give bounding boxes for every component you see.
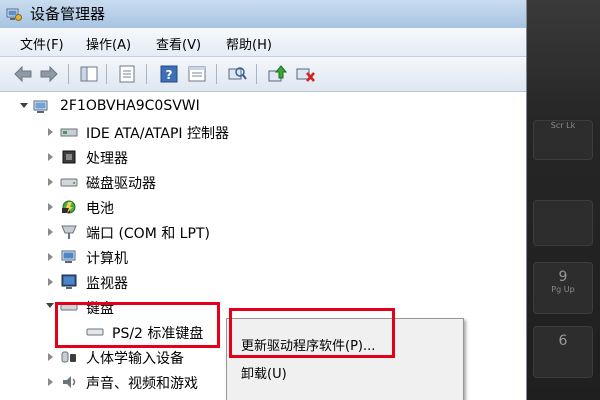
monitor-icon bbox=[61, 274, 77, 289]
collapse-arrow-icon[interactable] bbox=[46, 303, 54, 308]
menu-help[interactable]: 帮助(H) bbox=[226, 34, 272, 53]
tree-item-monitor[interactable]: 监视器 bbox=[0, 271, 300, 295]
tree-item-label: IDE ATA/ATAPI 控制器 bbox=[86, 126, 230, 142]
expand-arrow-icon[interactable] bbox=[48, 128, 53, 136]
expand-arrow-icon[interactable] bbox=[48, 353, 53, 361]
battery-icon bbox=[62, 200, 76, 214]
toolbar-separator bbox=[146, 64, 147, 84]
port-icon bbox=[61, 225, 77, 239]
tree-item-label: 处理器 bbox=[86, 151, 128, 167]
tree-item-processor[interactable]: 处理器 bbox=[0, 146, 300, 170]
sound-icon bbox=[63, 376, 76, 388]
back-arrow-icon[interactable] bbox=[12, 63, 34, 85]
disk-drive-icon bbox=[60, 178, 78, 187]
console-icon[interactable] bbox=[186, 63, 208, 85]
toolbar-separator bbox=[216, 64, 217, 84]
expand-arrow-icon[interactable] bbox=[48, 178, 53, 186]
hid-icon bbox=[61, 351, 76, 363]
tree-item-label: 人体学输入设备 bbox=[86, 351, 184, 367]
device-manager-icon bbox=[6, 8, 22, 21]
window-title: 设备管理器 bbox=[30, 5, 106, 23]
computer-root-icon bbox=[33, 100, 48, 113]
keyboard-photo-background: Scr Lk 9 Pg Up 6 bbox=[525, 0, 600, 400]
processor-icon bbox=[62, 150, 76, 164]
key-sublabel: Pg Up bbox=[551, 285, 575, 294]
key-label: 6 bbox=[558, 333, 568, 349]
toolbar-separator bbox=[256, 64, 257, 84]
forward-arrow-icon[interactable] bbox=[38, 63, 60, 85]
expand-arrow-icon[interactable] bbox=[48, 378, 53, 386]
menu-bar: 文件(F) 操作(A) 查看(V) 帮助(H) bbox=[0, 28, 526, 57]
tree-item-label: 电池 bbox=[86, 201, 114, 217]
menu-action[interactable]: 操作(A) bbox=[86, 34, 131, 53]
keyboard-key: 6 bbox=[533, 326, 593, 378]
highlight-box bbox=[229, 308, 395, 358]
key-label: 9 bbox=[558, 269, 568, 285]
keyboard-key: Scr Lk bbox=[533, 120, 593, 160]
uninstall-device-icon[interactable] bbox=[294, 63, 316, 85]
device-manager-window: 设备管理器 文件(F) 操作(A) 查看(V) 帮助(H) ? 2F1OBVHA… bbox=[0, 0, 527, 400]
key-label: Scr Lk bbox=[550, 121, 576, 130]
toolbar-separator bbox=[68, 64, 69, 84]
tree-item-sound[interactable]: 声音、视频和游戏 bbox=[0, 371, 220, 395]
tree-item-label: 端口 (COM 和 LPT) bbox=[86, 226, 210, 242]
keyboard-key: 9 Pg Up bbox=[533, 262, 593, 314]
menu-view[interactable]: 查看(V) bbox=[156, 34, 201, 53]
update-driver-icon[interactable] bbox=[266, 63, 288, 85]
tree-item-label: 磁盘驱动器 bbox=[86, 176, 156, 192]
svg-text:?: ? bbox=[166, 68, 173, 82]
expand-arrow-icon[interactable] bbox=[48, 203, 53, 211]
scan-hardware-icon[interactable] bbox=[226, 63, 248, 85]
collapse-arrow-icon[interactable] bbox=[20, 103, 28, 108]
toolbar: ? bbox=[0, 57, 526, 92]
expand-arrow-icon[interactable] bbox=[48, 253, 53, 261]
tree-root[interactable]: 2F1OBVHA9C0SVWI bbox=[0, 96, 300, 120]
context-uninstall[interactable]: 卸载(U) bbox=[241, 363, 287, 382]
tree-item-hid[interactable]: 人体学输入设备 bbox=[0, 346, 220, 370]
tree-root-label: 2F1OBVHA9C0SVWI bbox=[60, 98, 200, 114]
expand-arrow-icon[interactable] bbox=[48, 153, 53, 161]
computer-icon bbox=[61, 250, 76, 263]
highlight-box bbox=[55, 302, 220, 348]
keyboard-key bbox=[533, 200, 593, 246]
tree-item-ide[interactable]: IDE ATA/ATAPI 控制器 bbox=[0, 121, 300, 145]
tree-item-computer[interactable]: 计算机 bbox=[0, 246, 300, 270]
tree-item-label: 计算机 bbox=[86, 251, 128, 267]
tree-item-label: 声音、视频和游戏 bbox=[86, 376, 198, 392]
tree-item-port[interactable]: 端口 (COM 和 LPT) bbox=[0, 221, 300, 245]
expand-arrow-icon[interactable] bbox=[48, 228, 53, 236]
title-bar[interactable]: 设备管理器 bbox=[0, 0, 526, 28]
expand-arrow-icon[interactable] bbox=[48, 278, 53, 286]
ide-controller-icon bbox=[60, 128, 78, 137]
properties-icon[interactable] bbox=[116, 63, 138, 85]
tree-item-battery[interactable]: 电池 bbox=[0, 196, 300, 220]
show-hide-tree-icon[interactable] bbox=[78, 63, 100, 85]
tree-item-label: 监视器 bbox=[86, 276, 128, 292]
tree-item-disk-drive[interactable]: 磁盘驱动器 bbox=[0, 171, 300, 195]
menu-file[interactable]: 文件(F) bbox=[20, 34, 64, 53]
toolbar-separator bbox=[106, 64, 107, 84]
help-icon[interactable]: ? bbox=[158, 63, 180, 85]
